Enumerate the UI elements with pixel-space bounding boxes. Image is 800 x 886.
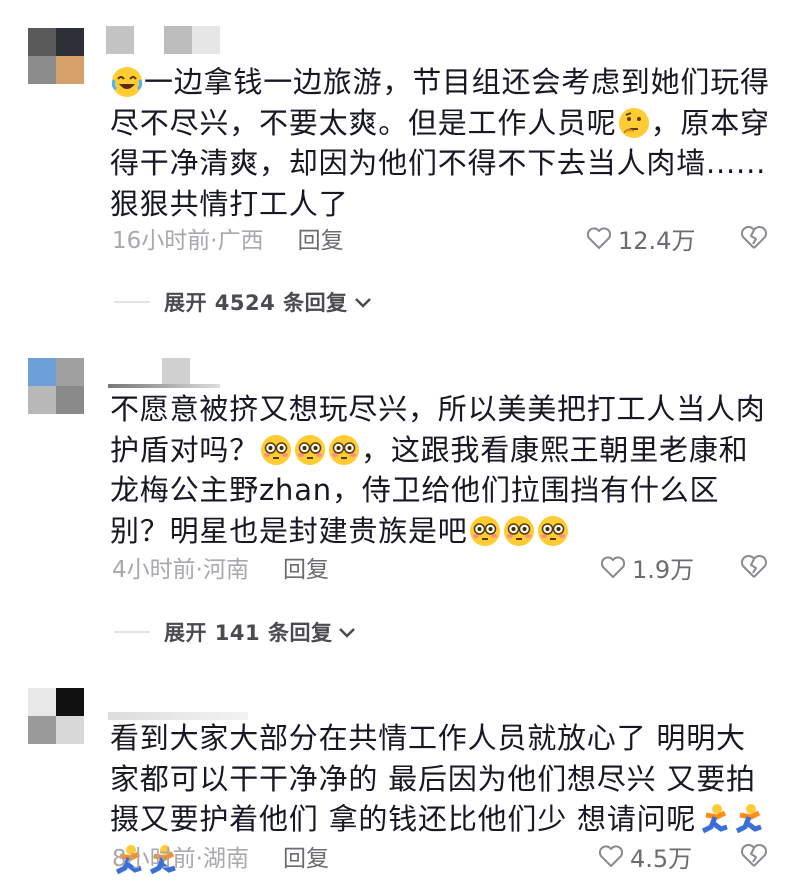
like-count: 12.4万 [618, 226, 696, 255]
heart-outline-icon [586, 227, 612, 249]
flushed-face-emoji-icon [469, 515, 501, 547]
heart-outline-icon [600, 556, 626, 578]
reply-button[interactable]: 回复 [298, 221, 344, 255]
like-button[interactable]: 1.9万 [600, 551, 695, 584]
comment-text: 不愿意被挤又想玩尽兴，所以美美把打工人当人肉护盾对吗？ ，这跟我看康熙王朝里老康和… [110, 389, 775, 551]
running-person-emoji-icon [697, 803, 729, 835]
username-blurred[interactable] [106, 26, 220, 56]
dislike-button[interactable] [740, 222, 768, 254]
flushed-face-emoji-icon [537, 515, 569, 547]
running-person-emoji-icon [731, 803, 763, 835]
chevron-down-icon [354, 298, 371, 308]
username-underline [108, 384, 220, 388]
avatar[interactable] [28, 358, 84, 414]
expand-replies-label: 展开 141 条回复 [164, 621, 333, 645]
reply-button[interactable]: 回复 [283, 550, 329, 584]
time-location: 16小时前·广西 [112, 228, 264, 254]
comment-meta: 16小时前·广西 回复 [112, 222, 344, 254]
dislike-button[interactable] [740, 551, 768, 583]
dislike-button[interactable] [740, 840, 768, 872]
divider-line [114, 631, 150, 633]
expand-replies-button[interactable]: 展开 141 条回复 [114, 617, 358, 647]
comment-text-part: 看到大家大部分在共情工作人员就放心了 明明大家都可以干干净净的 最后因为他们想尽… [110, 721, 756, 836]
laughing-crying-emoji-icon [111, 66, 143, 98]
like-count: 1.9万 [632, 555, 695, 584]
chevron-down-icon [339, 628, 356, 638]
avatar[interactable] [28, 28, 84, 84]
time-location: 8小时前·湖南 [112, 846, 249, 872]
broken-heart-icon [740, 843, 768, 867]
time-location: 4小时前·河南 [112, 557, 249, 583]
expand-replies-button[interactable]: 展开 4524 条回复 [114, 287, 374, 317]
flushed-face-emoji-icon [294, 434, 326, 466]
broken-heart-icon [740, 554, 768, 578]
avatar[interactable] [28, 688, 84, 744]
like-button[interactable]: 12.4万 [586, 222, 696, 255]
broken-heart-icon [740, 225, 768, 249]
comment-meta: 8小时前·湖南 回复 [112, 840, 329, 872]
like-count: 4.5万 [630, 844, 693, 873]
flushed-face-emoji-icon [328, 434, 360, 466]
thinking-face-emoji-icon [618, 107, 650, 139]
heart-outline-icon [598, 845, 624, 867]
like-button[interactable]: 4.5万 [598, 840, 693, 873]
comment-meta: 4小时前·河南 回复 [112, 551, 329, 583]
flushed-face-emoji-icon [503, 515, 535, 547]
expand-replies-label: 展开 4524 条回复 [164, 291, 348, 315]
comment-text: 一边拿钱一边旅游，节目组还会考虑到她们玩得尽不尽兴，不要太爽。但是工作人员呢 ，… [110, 62, 775, 224]
flushed-face-emoji-icon [260, 434, 292, 466]
reply-button[interactable]: 回复 [283, 839, 329, 873]
divider-line [114, 301, 150, 303]
